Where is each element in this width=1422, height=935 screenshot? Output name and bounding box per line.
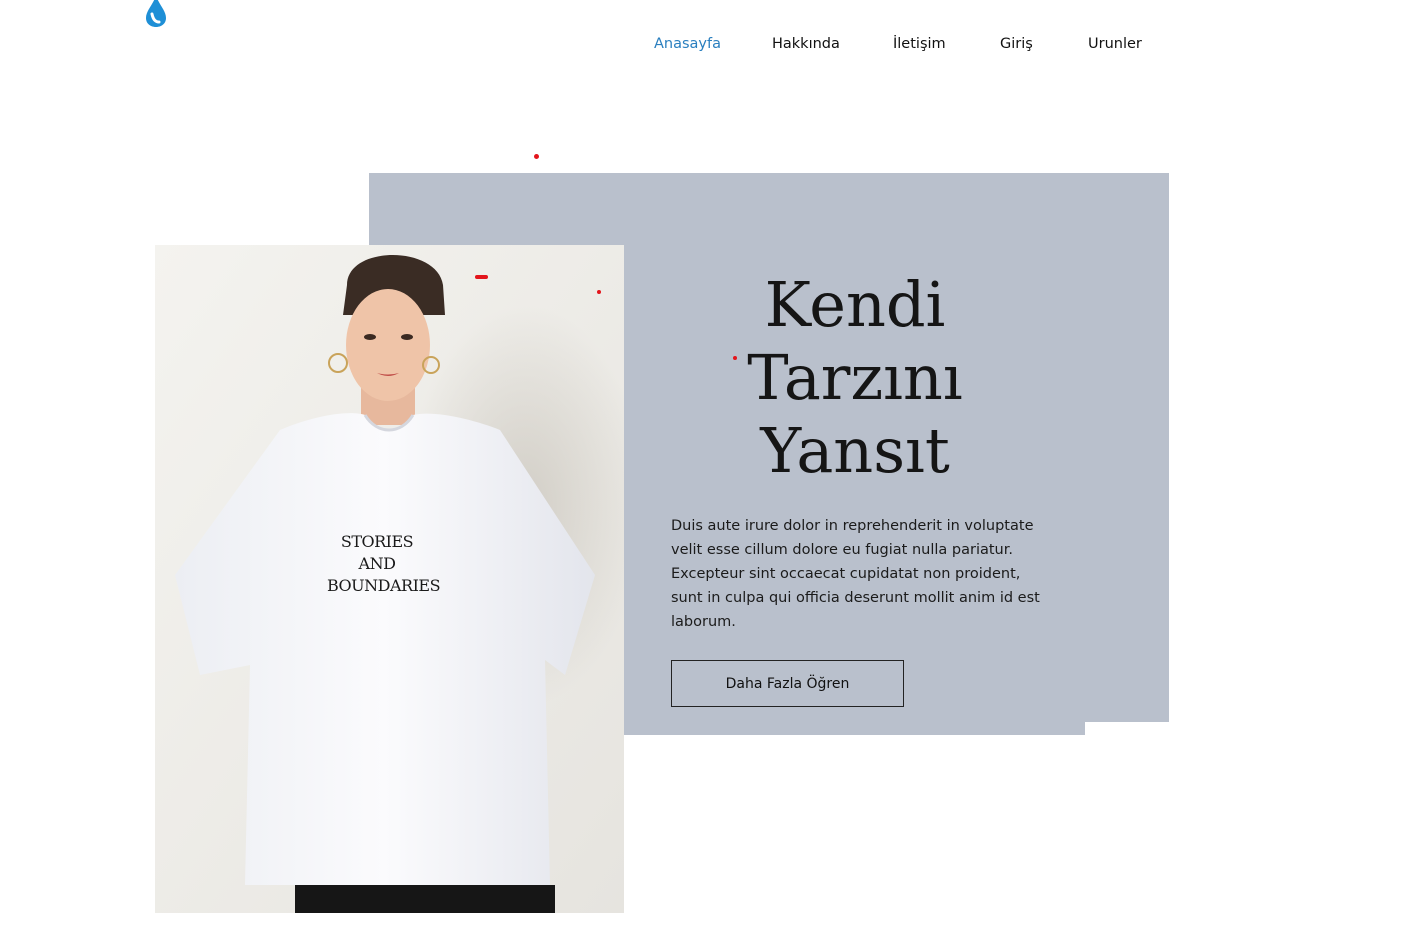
hero-description: Duis aute irure dolor in reprehenderit i… xyxy=(671,518,1040,630)
hero-headline: Kendi Tarzını Yansıt xyxy=(747,268,963,487)
tshirt-print-text: STORIES AND BOUNDARIES xyxy=(327,532,441,595)
accent-dash xyxy=(475,275,488,279)
nav-item-iletisim[interactable]: İletişim xyxy=(893,36,946,52)
nav-item-anasayfa[interactable]: Anasayfa xyxy=(654,36,721,52)
hero-model-image: STORIES AND BOUNDARIES xyxy=(155,245,624,913)
accent-dot xyxy=(597,290,601,294)
nav-item-giris[interactable]: Giriş xyxy=(1000,36,1033,52)
learn-more-button[interactable]: Daha Fazla Öğren xyxy=(671,660,904,707)
nav-item-urunler[interactable]: Urunler xyxy=(1088,36,1142,52)
nav-item-hakkinda[interactable]: Hakkında xyxy=(772,36,840,52)
accent-dot xyxy=(534,154,539,159)
brand-logo-icon[interactable] xyxy=(143,0,169,28)
